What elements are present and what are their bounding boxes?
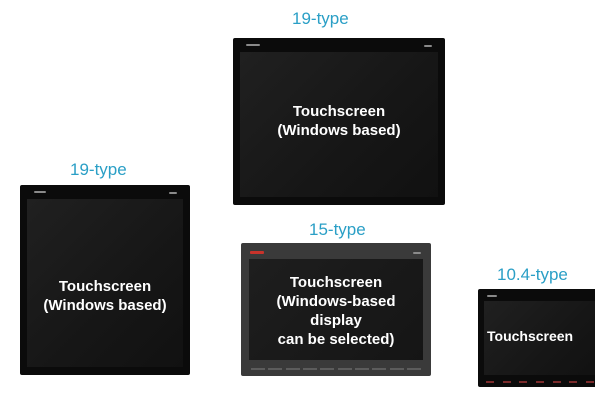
function-key bbox=[585, 381, 594, 383]
indicator-icon bbox=[169, 192, 177, 194]
function-key bbox=[337, 368, 352, 370]
function-key bbox=[552, 381, 561, 383]
brand-logo-icon bbox=[34, 191, 46, 193]
caption-15-type: 15-type bbox=[309, 220, 366, 239]
screen-area: Touchscreen bbox=[484, 301, 595, 375]
brand-logo-icon bbox=[246, 44, 260, 46]
caption-19-type-top: 19-type bbox=[292, 9, 349, 28]
touchscreen-panel-10-4: Touchscreen bbox=[478, 289, 595, 387]
brand-logo-icon bbox=[250, 251, 264, 254]
function-key-row bbox=[486, 381, 594, 383]
function-key bbox=[502, 381, 511, 383]
touchscreen-panel-15: Touchscreen (Windows-based display can b… bbox=[241, 243, 431, 376]
screen-area: Touchscreen (Windows based) bbox=[27, 199, 183, 367]
function-key bbox=[302, 368, 317, 370]
function-key bbox=[486, 381, 494, 383]
panel-label: Touchscreen bbox=[487, 328, 574, 344]
function-key bbox=[251, 368, 265, 370]
indicator-icon bbox=[424, 45, 432, 47]
caption-10-4-type: 10.4-type bbox=[497, 265, 568, 284]
panel-label: Touchscreen (Windows based) bbox=[277, 103, 401, 139]
function-key bbox=[519, 381, 528, 383]
touchscreen-panel-19-landscape: Touchscreen (Windows based) bbox=[233, 38, 445, 205]
panel-label: Touchscreen (Windows-based display can b… bbox=[276, 274, 396, 348]
function-key bbox=[372, 368, 387, 370]
screen-area: Touchscreen (Windows-based display can b… bbox=[249, 259, 423, 360]
caption-19-type-left: 19-type bbox=[70, 160, 127, 179]
function-key bbox=[569, 381, 578, 383]
function-key bbox=[389, 368, 404, 370]
touchscreen-panel-19-portrait: Touchscreen (Windows based) bbox=[20, 185, 190, 375]
function-key bbox=[268, 368, 283, 370]
screen-area: Touchscreen (Windows based) bbox=[240, 52, 438, 197]
brand-logo-icon bbox=[487, 295, 497, 297]
function-key bbox=[354, 368, 369, 370]
function-key bbox=[285, 368, 300, 370]
function-key bbox=[406, 368, 421, 370]
indicator-icon bbox=[413, 252, 421, 254]
function-key bbox=[320, 368, 335, 370]
panel-label: Touchscreen (Windows based) bbox=[43, 278, 167, 314]
function-key bbox=[535, 381, 544, 383]
function-key-row bbox=[251, 368, 421, 370]
